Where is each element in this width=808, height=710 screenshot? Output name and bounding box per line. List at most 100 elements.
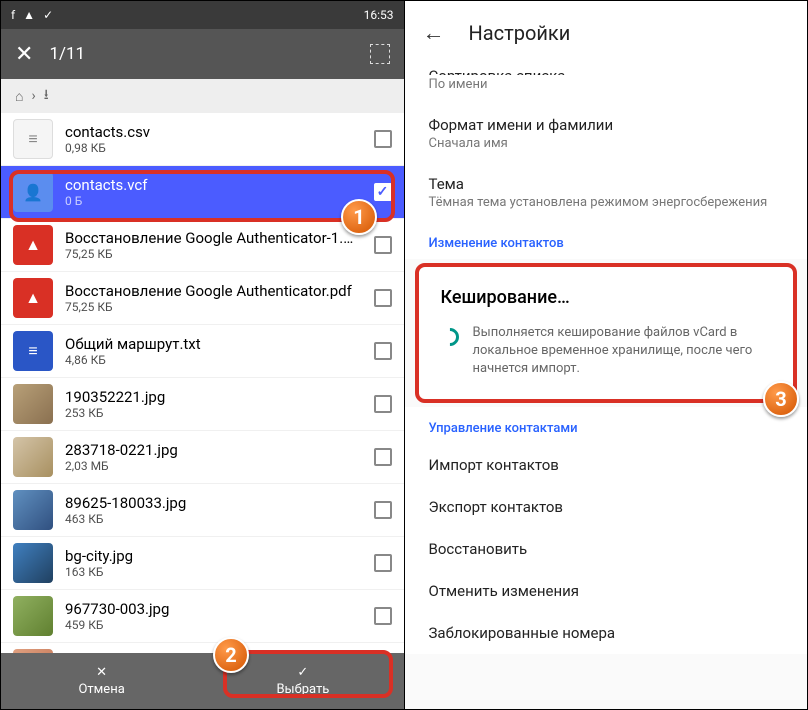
badge-3: 3 (763, 381, 799, 417)
breadcrumb-separator: › (31, 88, 35, 104)
checkbox[interactable] (374, 501, 392, 519)
pdf-icon: ▲ (13, 225, 53, 265)
file-name: Восстановление Google Authenticator.pdf (65, 282, 362, 300)
setting-item[interactable]: Импорт контактов (405, 444, 808, 486)
checkbox[interactable] (374, 395, 392, 413)
settings-title: Настройки (469, 21, 571, 45)
status-bar: f ▲ ✓ 16:53 (1, 1, 404, 29)
file-row[interactable]: ≡ contacts.csv0,98 КБ (1, 113, 404, 166)
status-time: 16:53 (364, 8, 394, 22)
checkbox[interactable] (374, 289, 392, 307)
file-size: 463 КБ (65, 512, 362, 526)
file-info: Общий маршрут.txt4,86 КБ (65, 335, 362, 367)
settings-top-group: Сортировка спискаПо имениФормат имени и … (405, 65, 808, 222)
file-size: 459 КБ (65, 618, 362, 632)
download-icon[interactable]: ⭳ (44, 84, 49, 108)
settings-header: ← Настройки (405, 1, 808, 65)
file-name: 283718-0221.jpg (65, 441, 362, 459)
checkbox[interactable] (374, 448, 392, 466)
checkbox[interactable]: ✓ (374, 183, 392, 201)
img-icon (13, 437, 53, 477)
file-info: 283718-0221.jpg2,03 МБ (65, 441, 362, 473)
file-size: 75,25 КБ (65, 247, 362, 261)
file-name: contacts.vcf (65, 176, 362, 194)
setting-label: Импорт контактов (429, 456, 784, 474)
file-info: 190352221.jpg253 КБ (65, 388, 362, 420)
caching-dialog: Кеширование… Выполняется кеширование фай… (415, 263, 798, 403)
facebook-icon: f (11, 8, 15, 22)
file-size: 163 КБ (65, 565, 362, 579)
file-name: Восстановление Google Authenticator-1.pd… (65, 229, 362, 247)
file-row[interactable]: 190352221.jpg253 КБ (1, 378, 404, 431)
selection-app-bar: ✕ 1/11 (1, 29, 404, 79)
file-row[interactable]: ▲Восстановление Google Authenticator.pdf… (1, 272, 404, 325)
checkbox[interactable] (374, 554, 392, 572)
setting-item[interactable]: Экспорт контактов (405, 486, 808, 528)
breadcrumb: ⌂ › ⭳ (1, 79, 404, 113)
dialog-text: Выполняется кеширование файлов vCard в л… (473, 324, 772, 379)
file-name: Общий маршрут.txt (65, 335, 362, 353)
txt-icon: ≡ (13, 331, 53, 371)
img-icon (13, 490, 53, 530)
setting-label: Восстановить (429, 540, 784, 558)
setting-item[interactable]: Восстановить (405, 528, 808, 570)
dialog-title: Кеширование… (441, 287, 772, 308)
setting-item[interactable]: ТемаТёмная тема установлена режимом энер… (405, 163, 808, 222)
file-row[interactable]: 283718-0221.jpg2,03 МБ (1, 431, 404, 484)
file-name: contacts.csv (65, 123, 362, 141)
setting-label: Сортировка списка (429, 67, 784, 75)
back-arrow-icon[interactable]: ← (423, 20, 445, 46)
check-icon: ✓ (297, 665, 308, 680)
file-info: contacts.vcf0 Б (65, 176, 362, 208)
warning-icon: ▲ (23, 8, 35, 22)
file-size: 0,98 КБ (65, 141, 362, 155)
setting-item[interactable]: Заблокированные номера (405, 612, 808, 654)
file-size: 0 Б (65, 194, 362, 208)
select-label: Выбрать (276, 682, 329, 697)
file-name: bg-city.jpg (65, 547, 362, 565)
spinner-icon (437, 324, 462, 349)
file-info: 967730-003.jpg459 КБ (65, 600, 362, 632)
setting-label: Заблокированные номера (429, 624, 784, 642)
file-row[interactable]: 967730-003.jpg459 КБ (1, 590, 404, 643)
settings-pane: ← Настройки Сортировка спискаПо имениФор… (405, 1, 808, 709)
check-icon: ✓ (43, 8, 53, 22)
badge-2: 2 (213, 637, 249, 673)
close-icon: ✕ (96, 665, 107, 680)
setting-item[interactable]: Формат имени и фамилииСначала имя (405, 104, 808, 163)
file-name: 967730-003.jpg (65, 600, 362, 618)
file-size: 4,86 КБ (65, 353, 362, 367)
close-icon[interactable]: ✕ (15, 42, 33, 67)
status-icons-left: f ▲ ✓ (11, 8, 53, 22)
file-info: Восстановление Google Authenticator.pdf7… (65, 282, 362, 314)
settings-bottom-group: Импорт контактов Экспорт контактов Восстан… (405, 444, 808, 654)
checkbox[interactable] (374, 607, 392, 625)
checkbox[interactable] (374, 236, 392, 254)
select-all-icon[interactable] (370, 44, 390, 64)
cancel-label: Отмена (78, 682, 124, 697)
file-row[interactable]: bg-city.jpg163 КБ (1, 537, 404, 590)
checkbox[interactable] (374, 342, 392, 360)
cancel-button[interactable]: ✕ Отмена (1, 653, 202, 709)
file-picker-pane: f ▲ ✓ 16:53 ✕ 1/11 ⌂ › ⭳ ≡ contacts.csv0,… (1, 1, 405, 709)
setting-item[interactable]: Отменить изменения (405, 570, 808, 612)
file-size: 253 КБ (65, 406, 362, 420)
setting-item[interactable]: Сортировка спискаПо имени (405, 65, 808, 104)
doc-icon: ≡ (13, 119, 53, 159)
section-edit-contacts: Изменение контактов (405, 222, 808, 259)
file-size: 2,03 МБ (65, 459, 362, 473)
file-row[interactable]: 89625-180033.jpg463 КБ (1, 484, 404, 537)
setting-sub: Тёмная тема установлена режимом энергосб… (429, 195, 784, 210)
setting-label: Отменить изменения (429, 582, 784, 600)
bottom-bar: ✕ Отмена ✓ Выбрать (1, 653, 404, 709)
img-icon (13, 596, 53, 636)
file-info: Восстановление Google Authenticator-1.pd… (65, 229, 362, 261)
file-info: 89625-180033.jpg463 КБ (65, 494, 362, 526)
contact-icon: 👤 (13, 172, 53, 212)
file-row[interactable]: ≡ Общий маршрут.txt4,86 КБ (1, 325, 404, 378)
setting-sub: Сначала имя (429, 136, 784, 151)
checkbox[interactable] (374, 130, 392, 148)
home-icon[interactable]: ⌂ (15, 88, 23, 105)
file-name: 89625-180033.jpg (65, 494, 362, 512)
file-info: contacts.csv0,98 КБ (65, 123, 362, 155)
